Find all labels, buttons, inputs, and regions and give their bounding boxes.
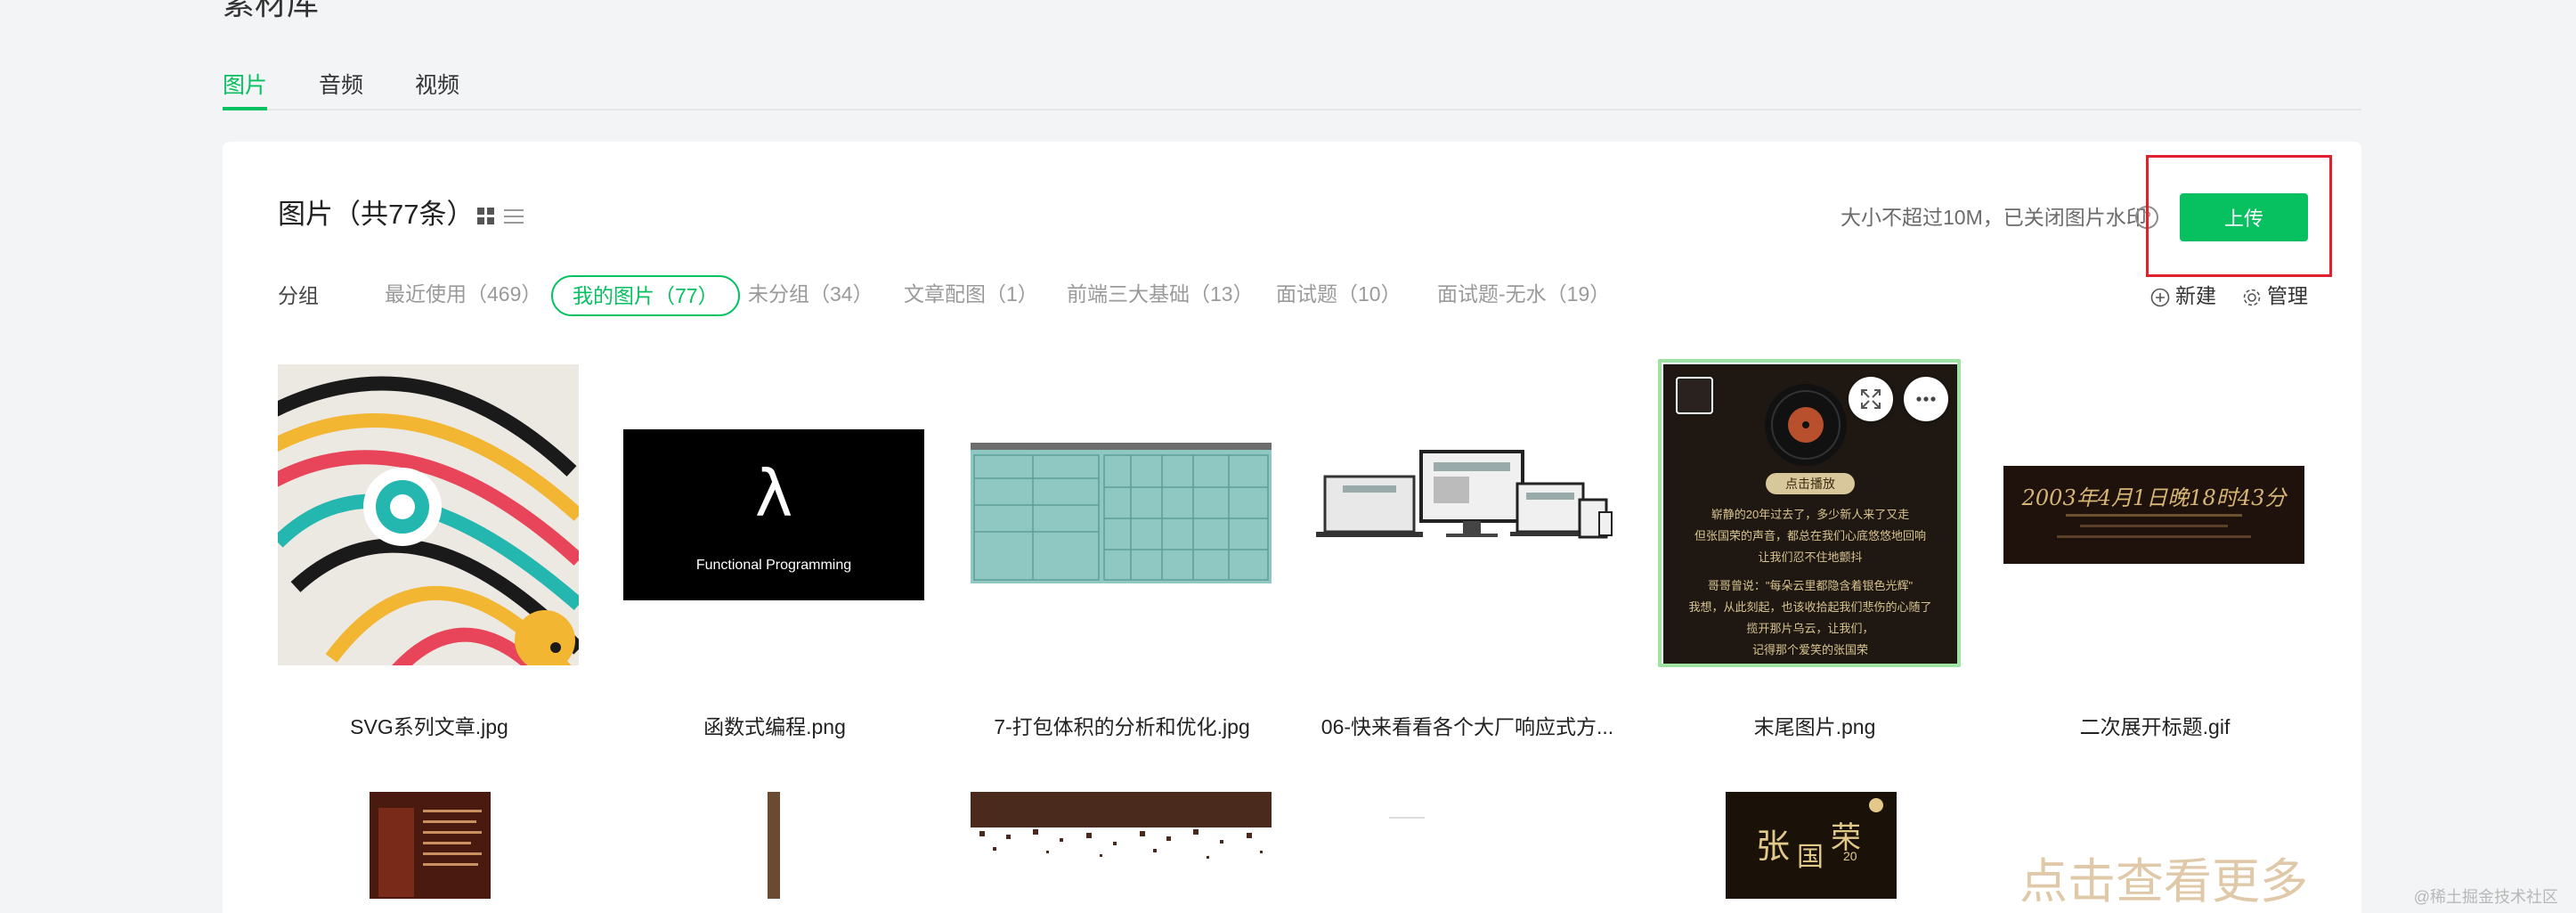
group-tab-interview-nowatermark[interactable]: 面试题-无水（19） [1437, 275, 1610, 316]
thumb-line: 揽开那片乌云，让我们， [1746, 622, 1874, 635]
manage-label: 管理 [2267, 284, 2308, 307]
watermark: @稀土掘金技术社区 [2413, 888, 2558, 906]
upload-limit-note: 大小不超过10M，已关闭图片水印 [1841, 206, 2147, 229]
group-tab-article-images[interactable]: 文章配图（1） [904, 275, 1038, 316]
list-view-icon[interactable] [504, 208, 524, 225]
image-name: SVG系列文章.jpg [350, 715, 508, 738]
annotation-highlight-box [2146, 155, 2332, 277]
image-item[interactable]: 06-快来看看各个大厂响应式方... [1316, 364, 1619, 738]
poster-name: 国 [1797, 842, 1824, 873]
image-thumbnail [278, 364, 579, 665]
image-thumbnail [1316, 444, 1617, 542]
group-tab-recent[interactable]: 最近使用（469） [385, 275, 541, 316]
group-label: 分组 [278, 284, 319, 307]
image-thumbnail[interactable]: 张 国 荣 20 [1726, 792, 1897, 899]
poster-emblem-icon [1869, 798, 1883, 812]
poster-name: 张 [1756, 827, 1791, 866]
image-item[interactable]: 点击播放 崭静的20年过去了，多少新人来了又走 但张国荣的声音，都总在我们心底悠… [1658, 359, 1966, 738]
image-name: 末尾图片.png [1753, 715, 1876, 738]
thumb-line: 但张国荣的声音，都总在我们心底悠悠地回响 [1694, 529, 1926, 542]
thumb-caption: Functional Programming [695, 558, 852, 573]
thumb-heading: 2003年4月1日晚18时43分 [2021, 485, 2287, 510]
image-name: 函数式编程.png [703, 715, 846, 738]
thumb-line: 记得那个爱笑的张国荣 [1751, 643, 1868, 656]
group-tab-ungrouped[interactable]: 未分组（34） [748, 275, 874, 316]
plus-circle-icon [2150, 288, 2170, 307]
new-group-label: 新建 [2175, 284, 2216, 307]
analyzer-screenshot-image [971, 443, 1272, 583]
image-thumbnail: 2003年4月1日晚18时43分 [2003, 466, 2304, 564]
image-thumbnail: λ Functional Programming [623, 429, 924, 600]
more-text[interactable]: 点击查看更多 [2003, 842, 2324, 912]
image-item[interactable]: 7-打包体积的分析和优化.jpg [971, 364, 1273, 738]
poster-badge: 20 [1843, 849, 1857, 863]
image-item[interactable]: 2003年4月1日晚18时43分 二次展开标题.gif [2003, 364, 2306, 738]
image-item[interactable]: λ Functional Programming 函数式编程.png [623, 364, 926, 738]
swirl-art-image [278, 364, 579, 665]
tab-video[interactable]: 视频 [415, 69, 459, 102]
grid-view-icon[interactable] [477, 208, 495, 225]
image-name: 二次展开标题.gif [2079, 715, 2231, 738]
lambda-symbol: λ [754, 456, 793, 531]
image-name: 7-打包体积的分析和优化.jpg [994, 715, 1250, 738]
more-dots-icon [1916, 396, 1936, 402]
play-badge: 点击播放 [1766, 473, 1855, 494]
responsive-devices-image [1316, 450, 1613, 539]
particle-image [971, 792, 1272, 859]
image-thumbnail[interactable] [768, 792, 780, 899]
group-tab-frontend-basics[interactable]: 前端三大基础（13） [1067, 275, 1254, 316]
image-thumbnail[interactable] [1389, 817, 1425, 819]
tab-images[interactable]: 图片 [223, 69, 267, 102]
new-group-button[interactable]: 新建 [2150, 278, 2216, 314]
image-name: 06-快来看看各个大厂响应式方... [1321, 715, 1614, 738]
tab-audio[interactable]: 音频 [319, 69, 363, 102]
thumb-line: 让我们忍不住地颤抖 [1758, 550, 1863, 564]
group-tab-interview[interactable]: 面试题（10） [1276, 275, 1402, 316]
gear-icon [2243, 289, 2261, 306]
thumb-line: 我想，从此刻起，也该收拾起我们悲伤的心随了 [1688, 600, 1932, 614]
image-item[interactable]: SVG系列文章.jpg [278, 364, 581, 738]
image-thumbnail [971, 443, 1272, 583]
preview-button[interactable] [1849, 377, 1893, 421]
select-checkbox[interactable] [1676, 377, 1713, 414]
thumb-line: 哥哥曾说："每朵云里都隐含着银色光辉" [1707, 579, 1914, 592]
more-button[interactable] [1904, 377, 1948, 421]
expand-icon [1861, 389, 1881, 409]
image-thumbnail[interactable] [971, 792, 1272, 899]
poster-image [370, 792, 491, 899]
page-title: 素材库 [223, 0, 320, 21]
manage-button[interactable]: 管理 [2242, 278, 2308, 314]
library-card: 图片（共77条） 大小不超过10M，已关闭图片水印 ? 上传 分组 最近使用（4… [223, 142, 2361, 913]
image-thumbnail[interactable] [370, 792, 491, 899]
library-title: 图片（共77条） [278, 199, 475, 230]
media-type-tabs: 图片 音频 视频 [223, 69, 2361, 110]
thumb-line: 崭静的20年过去了，多少新人来了又走 [1711, 508, 1910, 521]
group-tab-my-images[interactable]: 我的图片（77） [551, 275, 740, 316]
tab-underline [223, 107, 267, 110]
